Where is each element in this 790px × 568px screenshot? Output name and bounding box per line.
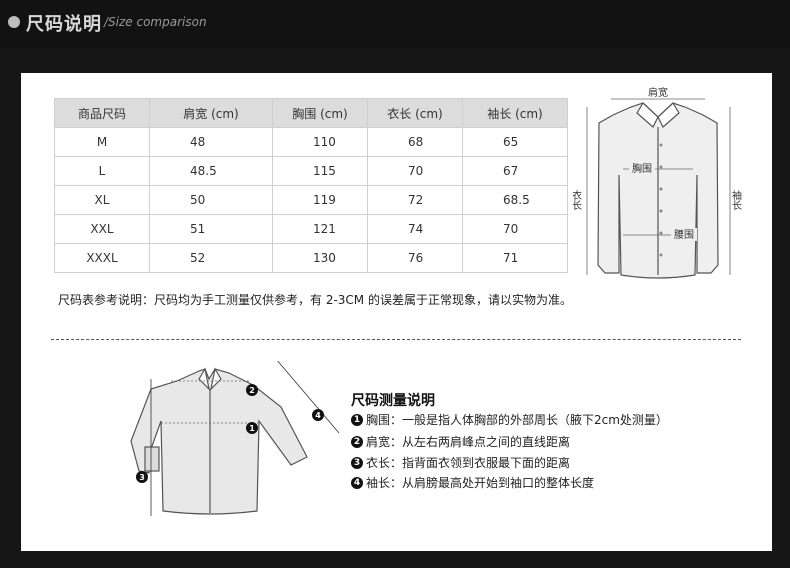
- measure-text: 袖长：从肩膀最高处开始到袖口的整体长度: [366, 476, 595, 490]
- size-table: 商品尺码 肩宽 (cm) 胸围 (cm) 衣长 (cm) 袖长 (cm) M 4…: [54, 98, 568, 273]
- bullet-icon: [8, 16, 20, 28]
- cell-sleeve: 65: [462, 127, 568, 157]
- measure-item: 3 衣长：指背面衣领到衣服最下面的距离: [351, 454, 570, 471]
- cell-length: 70: [367, 156, 463, 186]
- measure-title: 尺码测量说明: [351, 393, 435, 409]
- number-1-icon: 1: [351, 413, 363, 426]
- table-row: L 48.5 115 70 67: [54, 156, 568, 186]
- label-chest: 胸围: [632, 162, 652, 175]
- cell-size: XL: [54, 185, 150, 215]
- table-row: M 48 110 68 65: [54, 127, 568, 157]
- cell-sleeve: 71: [462, 243, 568, 273]
- measure-text: 肩宽：从左右两肩峰点之间的直线距离: [366, 435, 571, 449]
- marker-length: 3: [136, 471, 148, 483]
- table-row: XXL 51 121 74 70: [54, 214, 568, 244]
- label-sleeve: 袖长: [730, 189, 742, 210]
- svg-text:2: 2: [249, 386, 255, 395]
- marker-shoulder: 2: [246, 384, 258, 396]
- shirt-measure-diagram: 1 2 3 4: [130, 361, 340, 516]
- cell-length: 74: [367, 214, 463, 244]
- svg-text:1: 1: [249, 424, 255, 433]
- header-size: 商品尺码: [54, 98, 150, 128]
- cell-chest: 119: [272, 185, 368, 215]
- cell-length: 72: [367, 185, 463, 215]
- svg-text:3: 3: [139, 473, 145, 482]
- size-note: 尺码表参考说明：尺码均为手工测量仅供参考，有 2-3CM 的误差属于正常现象，请…: [58, 293, 572, 307]
- cell-size: XXXL: [54, 243, 150, 273]
- header-length: 衣长 (cm): [367, 98, 463, 128]
- section-title: 尺码说明: [26, 14, 102, 35]
- cell-length: 76: [367, 243, 463, 273]
- divider: [51, 339, 741, 340]
- cell-size: L: [54, 156, 150, 186]
- cell-shoulder: 52: [149, 243, 273, 273]
- number-4-icon: 4: [351, 476, 363, 489]
- measure-item: 1 胸围：一般是指人体胸部的外部周长（腋下2cm处测量）: [351, 411, 668, 428]
- cell-shoulder: 48: [149, 127, 273, 157]
- table-row: XXXL 52 130 76 71: [54, 243, 568, 273]
- cell-sleeve: 68.5: [462, 185, 568, 215]
- cell-chest: 121: [272, 214, 368, 244]
- cell-shoulder: 51: [149, 214, 273, 244]
- cell-size: XXL: [54, 214, 150, 244]
- number-2-icon: 2: [351, 435, 363, 448]
- label-shoulder: 肩宽: [648, 86, 668, 99]
- measure-item: 4 袖长：从肩膀最高处开始到袖口的整体长度: [351, 474, 594, 491]
- label-waist: 腰围: [674, 229, 694, 241]
- cell-chest: 115: [272, 156, 368, 186]
- cell-length: 68: [367, 127, 463, 157]
- cell-sleeve: 70: [462, 214, 568, 244]
- number-3-icon: 3: [351, 456, 363, 469]
- measure-text: 胸围：一般是指人体胸部的外部周长（腋下2cm处测量）: [366, 413, 668, 427]
- header-shoulder: 肩宽 (cm): [149, 98, 273, 128]
- cell-chest: 110: [272, 127, 368, 157]
- marker-sleeve: 4: [312, 409, 324, 421]
- shirt-front-diagram: 肩宽 胸围 腰围 衣长 袖长: [573, 86, 742, 279]
- label-length: 衣长: [573, 189, 582, 210]
- cell-shoulder: 50: [149, 185, 273, 215]
- cell-chest: 130: [272, 243, 368, 273]
- header-chest: 胸围 (cm): [272, 98, 368, 128]
- cell-shoulder: 48.5: [149, 156, 273, 186]
- cell-sleeve: 67: [462, 156, 568, 186]
- measure-item: 2 肩宽：从左右两肩峰点之间的直线距离: [351, 433, 570, 450]
- section-subtitle: /Size comparison: [104, 15, 207, 29]
- header-sleeve: 袖长 (cm): [462, 98, 568, 128]
- measure-text: 衣长：指背面衣领到衣服最下面的距离: [366, 456, 571, 470]
- marker-chest: 1: [246, 422, 258, 434]
- svg-text:4: 4: [315, 411, 321, 420]
- cell-size: M: [54, 127, 150, 157]
- section-header: 尺码说明 /Size comparison: [0, 0, 790, 48]
- table-header-row: 商品尺码 肩宽 (cm) 胸围 (cm) 衣长 (cm) 袖长 (cm): [54, 98, 568, 128]
- size-chart-panel: 商品尺码 肩宽 (cm) 胸围 (cm) 衣长 (cm) 袖长 (cm) M 4…: [21, 73, 772, 551]
- table-row: XL 50 119 72 68.5: [54, 185, 568, 215]
